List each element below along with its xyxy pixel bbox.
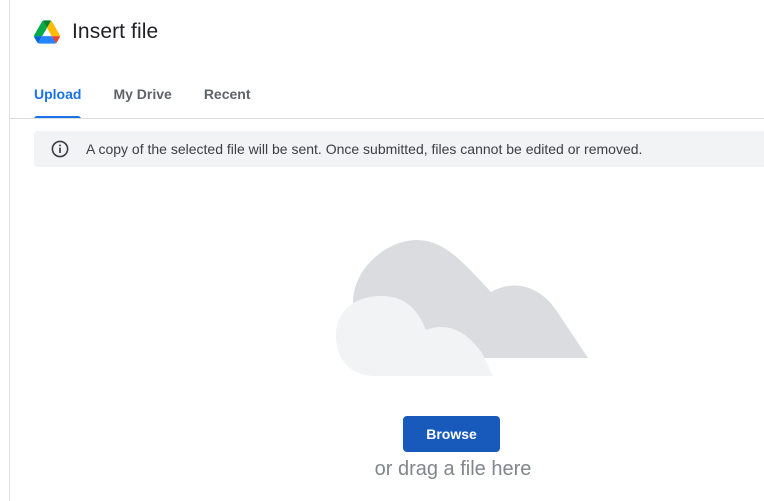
cloud-icon bbox=[336, 240, 588, 376]
drag-drop-hint: or drag a file here bbox=[374, 458, 532, 480]
google-drive-icon bbox=[34, 20, 60, 44]
browse-button[interactable]: Browse bbox=[403, 416, 500, 452]
tab-upload[interactable]: Upload bbox=[24, 78, 91, 119]
info-icon bbox=[51, 140, 69, 158]
tabs-divider bbox=[10, 118, 764, 119]
tab-recent[interactable]: Recent bbox=[194, 78, 261, 118]
submission-notice: A copy of the selected file will be sent… bbox=[34, 131, 764, 167]
notice-text: A copy of the selected file will be sent… bbox=[86, 141, 643, 157]
dialog-header: Insert file bbox=[34, 18, 158, 46]
insert-file-dialog: Insert file Upload My Drive Recent A cop… bbox=[10, 0, 764, 501]
dialog-title: Insert file bbox=[72, 20, 159, 43]
tab-my-drive[interactable]: My Drive bbox=[103, 78, 181, 118]
background-page-edge bbox=[0, 0, 10, 501]
source-tabs: Upload My Drive Recent bbox=[24, 78, 261, 119]
